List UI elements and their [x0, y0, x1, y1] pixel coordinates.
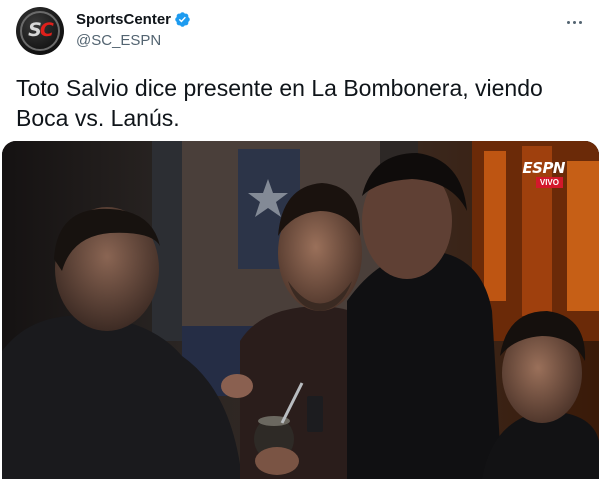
account-handle[interactable]: @SC_ESPN	[76, 32, 161, 49]
hand-holding-mate	[255, 447, 299, 475]
tweet-card: SC SportsCenter @SC_ESPN Toto Salvio dic…	[0, 0, 601, 479]
account-display-name[interactable]: SportsCenter	[76, 11, 171, 28]
live-badge: VIVO	[535, 177, 563, 188]
phone-in-hand	[307, 396, 323, 432]
more-dot-2	[572, 20, 576, 24]
orange-sign-stripe-3	[567, 161, 599, 311]
more-dot-3	[578, 20, 582, 24]
tweet-text: Toto Salvio dice presente en La Bomboner…	[16, 75, 543, 131]
video-frame	[2, 141, 599, 479]
more-dot-1	[566, 20, 570, 24]
hand-left	[221, 374, 253, 398]
avatar-logo-c: C	[39, 19, 54, 41]
avatar-logo: SC	[16, 19, 64, 41]
orange-sign-stripe-1	[484, 151, 506, 301]
account-name-row: SportsCenter	[76, 11, 191, 28]
person-right-body	[347, 251, 502, 479]
tweet-video-media[interactable]: ESPN VIVO	[2, 141, 599, 479]
more-options-icon[interactable]	[562, 12, 586, 32]
avatar-logo-s: S	[28, 19, 42, 41]
verified-badge-icon	[175, 12, 190, 27]
account-avatar[interactable]: SC	[16, 7, 64, 55]
espn-logo: ESPN	[522, 159, 565, 177]
